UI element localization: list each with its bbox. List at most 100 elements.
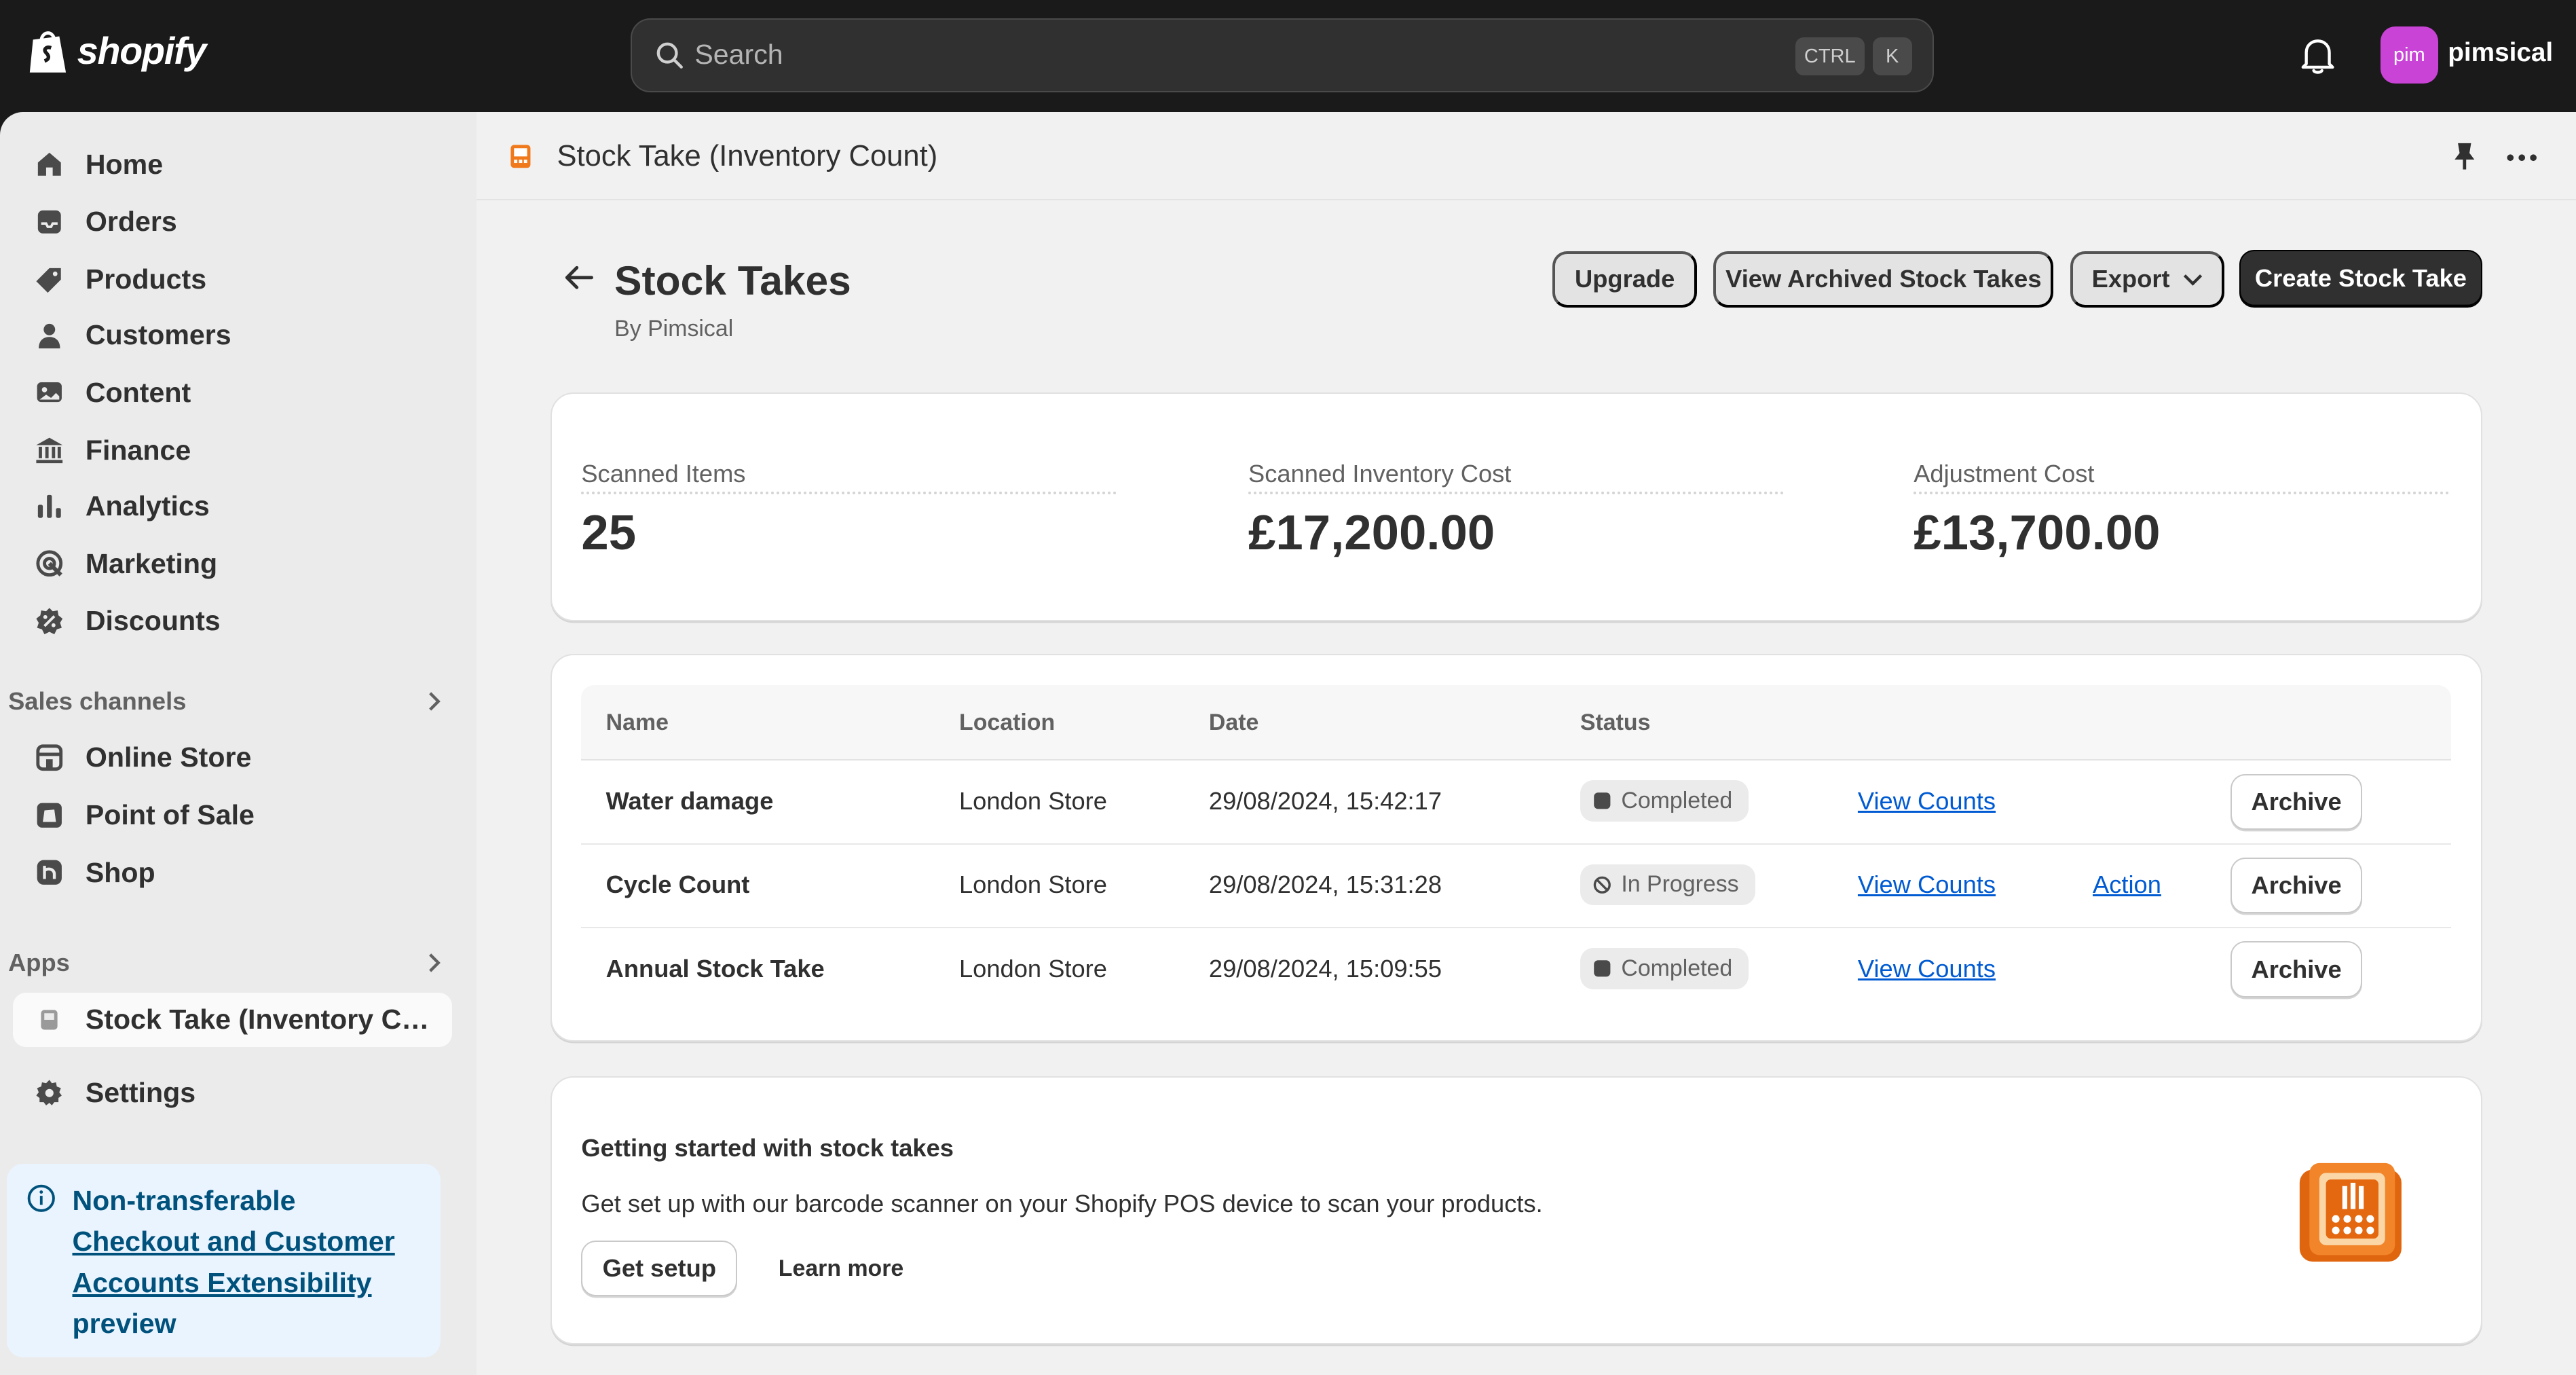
row-location: London Store — [959, 870, 1107, 899]
notice-prefix: Non-transferable — [72, 1184, 296, 1216]
sidebar-item-label: Settings — [85, 1076, 196, 1108]
search-icon — [656, 42, 684, 69]
table-header: Name Location Date Status — [581, 684, 2451, 761]
row-location: London Store — [959, 954, 1107, 983]
info-icon — [27, 1184, 55, 1212]
metric-scanned-items: Scanned Items 25 — [581, 460, 1117, 560]
archive-button[interactable]: Archive — [2230, 941, 2362, 997]
top-bar: shopify CTRL K pim pimsical — [0, 0, 2576, 112]
column-date: Date — [1208, 710, 1259, 736]
inbox-icon — [37, 210, 61, 234]
search-bar[interactable]: CTRL K — [631, 18, 1934, 92]
sidebar-item-discounts[interactable]: Discounts — [13, 595, 451, 647]
sidebar-item-online-store[interactable]: Online Store — [13, 731, 451, 784]
sidebar-item-finance[interactable]: Finance — [13, 424, 451, 476]
notice-suffix: preview — [72, 1308, 176, 1340]
row-location: London Store — [959, 786, 1107, 815]
sidebar-item-label: Discounts — [85, 605, 221, 637]
home-icon — [37, 153, 61, 176]
bell-icon[interactable] — [2300, 36, 2336, 75]
gear-icon — [36, 1080, 62, 1105]
sidebar-item-label: Shop — [85, 856, 155, 888]
sidebar-item-content[interactable]: Content — [13, 367, 451, 419]
sales-channels-header[interactable]: Sales channels — [8, 687, 443, 716]
shopify-bag-icon — [29, 31, 66, 73]
metric-value: £13,700.00 — [1914, 505, 2161, 560]
pos-bag-icon — [37, 803, 62, 828]
chevron-right-icon — [429, 953, 441, 972]
sidebar-item-orders[interactable]: Orders — [13, 196, 451, 248]
sidebar-item-settings[interactable]: Settings — [13, 1067, 451, 1119]
sidebar-item-shop[interactable]: Shop — [13, 846, 451, 898]
column-name: Name — [605, 710, 669, 736]
search-input[interactable] — [694, 19, 1747, 90]
archive-button[interactable]: Archive — [2230, 773, 2362, 830]
extensibility-notice: Non-transferable Checkout and Customer A… — [6, 1163, 441, 1358]
chevron-right-icon — [429, 692, 441, 711]
page-subtitle: By Pimsical — [614, 315, 734, 342]
discount-badge-icon — [36, 608, 62, 635]
metric-adjustment-cost: Adjustment Cost £13,700.00 — [1914, 460, 2450, 560]
chevron-down-icon — [2183, 274, 2203, 286]
brand-name: shopify — [77, 30, 207, 73]
metrics-card: Scanned Items 25 Scanned Inventory Cost … — [550, 392, 2483, 621]
sales-channels-title: Sales channels — [8, 686, 187, 715]
sidebar-item-customers[interactable]: Customers — [13, 309, 451, 361]
sidebar-item-point-of-sale[interactable]: Point of Sale — [13, 789, 451, 841]
column-location: Location — [959, 710, 1056, 736]
pin-icon[interactable] — [2450, 140, 2480, 172]
upgrade-button[interactable]: Upgrade — [1552, 251, 1698, 308]
view-counts-link[interactable]: View Counts — [1858, 870, 1996, 899]
sidebar-item-stock-take-app[interactable]: Stock Take (Inventory Count) — [13, 992, 452, 1047]
status-complete-icon — [1594, 792, 1611, 809]
export-button[interactable]: Export — [2070, 251, 2225, 308]
row-date: 29/08/2024, 15:09:55 — [1208, 954, 1442, 983]
action-link[interactable]: Action — [2093, 870, 2161, 899]
row-name: Water damage — [605, 786, 774, 815]
status-text: In Progress — [1621, 871, 1739, 898]
notice-link[interactable]: Checkout and Customer Accounts Extensibi… — [72, 1226, 394, 1298]
status-text: Completed — [1621, 955, 1733, 981]
row-date: 29/08/2024, 15:42:17 — [1208, 786, 1442, 815]
sidebar-item-label: Online Store — [85, 741, 252, 773]
learn-more-link[interactable]: Learn more — [779, 1255, 904, 1282]
sidebar-item-label: Analytics — [85, 490, 210, 521]
getting-started-title: Getting started with stock takes — [581, 1133, 954, 1162]
row-name: Annual Stock Take — [605, 954, 825, 983]
get-setup-button[interactable]: Get setup — [581, 1240, 738, 1297]
avatar[interactable]: pim — [2381, 26, 2438, 84]
username[interactable]: pimsical — [2448, 38, 2553, 68]
sidebar-item-marketing[interactable]: Marketing — [13, 537, 451, 589]
row-name: Cycle Count — [605, 870, 750, 899]
bar-chart-icon — [37, 494, 61, 518]
apps-header[interactable]: Apps — [8, 949, 443, 977]
archive-button[interactable]: Archive — [2230, 857, 2362, 914]
stock-take-app-icon — [41, 1010, 58, 1030]
metric-value: £17,200.00 — [1248, 505, 1495, 560]
target-icon — [36, 550, 62, 577]
more-options-icon[interactable] — [2505, 153, 2538, 163]
sidebar: Home Orders Products Customers Content F… — [0, 111, 477, 1375]
status-badge: In Progress — [1580, 864, 1755, 906]
back-arrow-icon[interactable] — [562, 263, 595, 293]
status-badge: Completed — [1580, 948, 1749, 989]
sidebar-item-label: Marketing — [85, 547, 218, 579]
main-content: Stock Take (Inventory Count) Stock Takes… — [476, 111, 2576, 1375]
view-counts-link[interactable]: View Counts — [1858, 955, 1996, 983]
metric-value: 25 — [581, 505, 637, 560]
metric-label: Adjustment Cost — [1914, 460, 2450, 495]
tag-icon — [36, 268, 61, 293]
sidebar-item-label: Customers — [85, 319, 231, 351]
export-button-label: Export — [2091, 265, 2170, 293]
sidebar-item-products[interactable]: Products — [13, 253, 451, 306]
shopify-logo[interactable]: shopify — [26, 26, 206, 76]
sidebar-item-home[interactable]: Home — [13, 138, 451, 190]
create-stock-take-button[interactable]: Create Stock Take — [2239, 249, 2483, 308]
view-archived-button[interactable]: View Archived Stock Takes — [1713, 251, 2054, 308]
storefront-icon — [36, 744, 62, 771]
barcode-scanner-illustration-icon — [2299, 1163, 2402, 1262]
status-badge: Completed — [1580, 780, 1749, 822]
sidebar-item-label: Home — [85, 148, 164, 180]
sidebar-item-analytics[interactable]: Analytics — [13, 480, 451, 532]
view-counts-link[interactable]: View Counts — [1858, 787, 1996, 815]
